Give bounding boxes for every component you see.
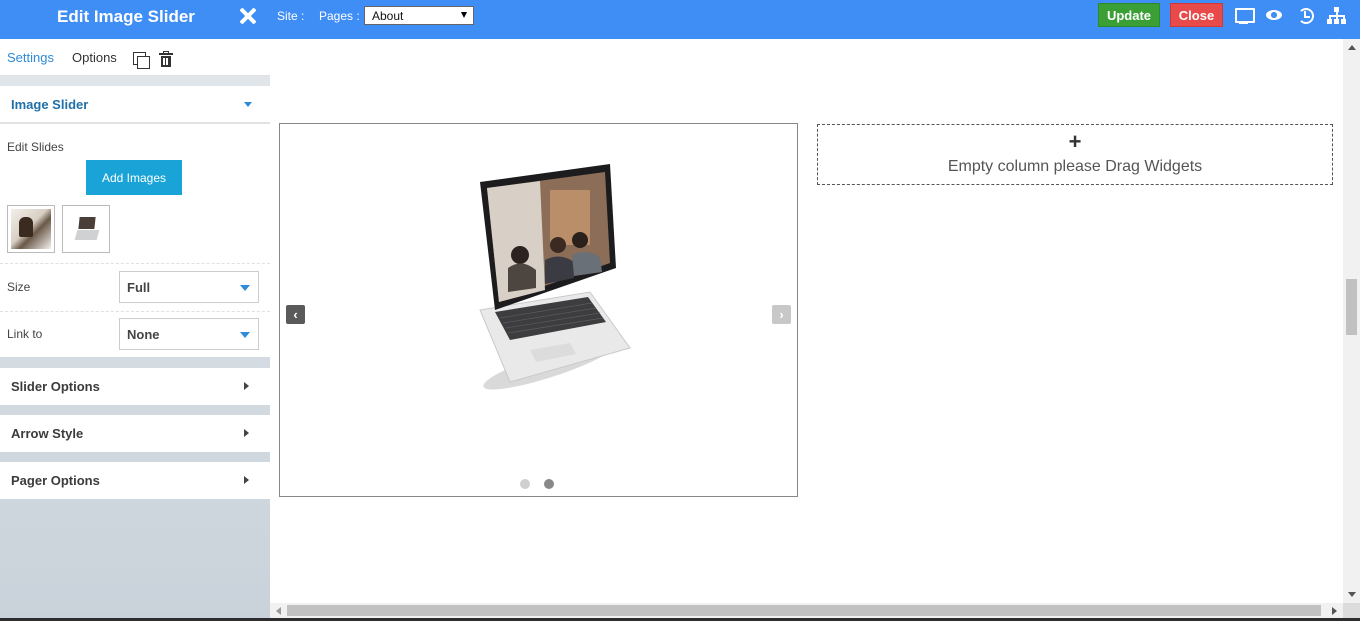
scroll-right-icon[interactable] (1332, 607, 1337, 615)
page-canvas: ‹ › + Empty column please Drag Widgets (270, 39, 1343, 603)
link-to-label: Link to (7, 327, 43, 341)
divider (0, 311, 270, 312)
panel-tabs: Settings Options (0, 39, 270, 76)
image-slider-body: Edit Slides Add Images Size Full Link to… (0, 124, 270, 357)
plus-icon[interactable]: + (818, 129, 1332, 155)
panel-header: Edit Image Slider (0, 0, 270, 39)
edit-panel: Edit Image Slider Settings Options Image… (0, 0, 270, 621)
scroll-left-icon[interactable] (276, 607, 281, 615)
chevron-down-icon (461, 12, 467, 18)
section-image-slider[interactable]: Image Slider (0, 86, 270, 123)
pages-select-value: About (372, 9, 404, 23)
scroll-down-icon[interactable] (1348, 592, 1356, 597)
link-to-value: None (127, 327, 160, 342)
edit-slides-label: Edit Slides (7, 140, 64, 154)
pager-dot-1[interactable] (520, 479, 530, 489)
section-slider-options-label: Slider Options (11, 379, 100, 394)
vertical-scroll-thumb[interactable] (1346, 279, 1357, 335)
pager-dot-2[interactable] (544, 479, 554, 489)
history-icon[interactable] (1296, 6, 1316, 26)
pages-select[interactable]: About (364, 6, 474, 25)
divider (0, 263, 270, 264)
close-icon[interactable] (236, 4, 260, 28)
horizontal-scroll-thumb[interactable] (287, 605, 1321, 616)
empty-column-message: Empty column please Drag Widgets (947, 158, 1203, 175)
tab-settings[interactable]: Settings (7, 50, 54, 65)
slide-image (479, 164, 631, 390)
size-select[interactable]: Full (119, 271, 259, 303)
pages-label: Pages : (319, 9, 360, 23)
desktop-icon[interactable] (1234, 6, 1255, 26)
prev-slide-button[interactable]: ‹ (286, 305, 305, 324)
caret-right-icon (244, 429, 249, 437)
close-button[interactable]: Close (1170, 3, 1223, 27)
horizontal-scrollbar[interactable] (270, 603, 1343, 618)
add-images-button[interactable]: Add Images (86, 160, 182, 195)
slide-thumbnail-2[interactable] (62, 205, 110, 253)
slide-thumbnail-1[interactable] (7, 205, 55, 253)
section-pager-options-label: Pager Options (11, 473, 100, 488)
section-slider-options[interactable]: Slider Options (0, 368, 270, 405)
update-button[interactable]: Update (1098, 3, 1160, 27)
caret-down-icon (244, 102, 252, 107)
size-label: Size (7, 280, 31, 294)
scroll-up-icon[interactable] (1348, 45, 1356, 50)
chevron-down-icon (240, 285, 250, 291)
link-to-select[interactable]: None (119, 318, 259, 350)
empty-column-dropzone[interactable]: + Empty column please Drag Widgets (817, 124, 1333, 185)
caret-right-icon (244, 382, 249, 390)
next-slide-button[interactable]: › (772, 305, 791, 324)
image-slider-widget[interactable]: ‹ › (279, 123, 798, 497)
section-arrow-style[interactable]: Arrow Style (0, 415, 270, 452)
copy-icon[interactable] (133, 52, 150, 69)
slide-thumbnail-image (66, 209, 106, 249)
section-pager-options[interactable]: Pager Options (0, 462, 270, 499)
slide-thumbnail-image (11, 209, 51, 249)
panel-title: Edit Image Slider (57, 7, 195, 26)
section-arrow-style-label: Arrow Style (11, 426, 84, 441)
size-value: Full (127, 280, 151, 295)
caret-right-icon (244, 476, 249, 484)
site-label: Site : (277, 9, 305, 23)
top-toolbar: Site : Pages : About Update Close (270, 0, 1360, 39)
tab-options[interactable]: Options (72, 50, 117, 65)
sitemap-icon[interactable] (1327, 6, 1347, 26)
chevron-down-icon (240, 332, 250, 338)
vertical-scrollbar[interactable] (1343, 39, 1360, 603)
trash-icon[interactable] (159, 51, 173, 67)
eye-icon[interactable] (1265, 6, 1285, 26)
section-image-slider-label: Image Slider (11, 97, 89, 112)
